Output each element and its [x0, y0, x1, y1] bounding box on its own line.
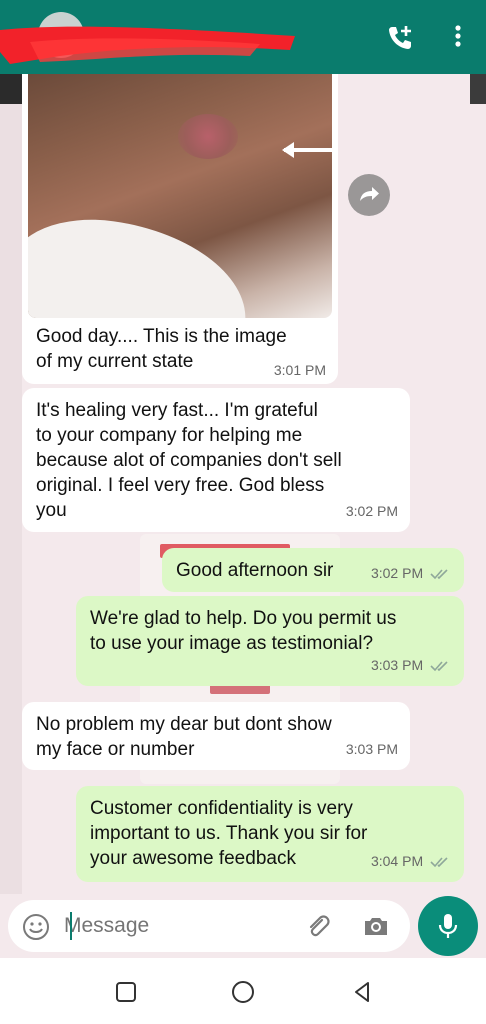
read-receipt-icon	[430, 661, 448, 672]
background-wall	[0, 74, 22, 894]
message-text-line: my face or number	[36, 739, 195, 760]
shared-photo[interactable]	[28, 74, 332, 318]
system-nav-bar	[0, 958, 486, 1024]
message-text-line: of my current state	[36, 351, 194, 372]
message-time: 3:02 PM	[345, 503, 398, 519]
background-dark-strip-right	[470, 74, 486, 104]
chat-area[interactable]: Good day.... This is the image of my cur…	[0, 74, 486, 894]
redacted-contact-name	[0, 26, 295, 64]
read-receipt-icon	[430, 569, 448, 580]
message-time: 3:01 PM	[273, 362, 326, 378]
message-time: 3:04 PM	[370, 853, 424, 869]
message-text-line: We're glad to help. Do you permit us	[90, 608, 397, 629]
message-outgoing[interactable]: We're glad to help. Do you permit us to …	[76, 596, 464, 686]
forward-icon[interactable]	[348, 174, 390, 216]
message-text-line: you	[36, 500, 67, 521]
message-time: 3:02 PM	[370, 565, 424, 581]
message-text-line: original. I feel very free. God bless	[36, 475, 325, 496]
composer-box[interactable]	[8, 900, 410, 952]
message-text-line: to your company for helping me	[36, 425, 303, 446]
home-icon[interactable]	[231, 980, 255, 1004]
message-text-line: because alot of companies don't sell	[36, 450, 342, 471]
message-text-line: Good day.... This is the image	[36, 326, 287, 347]
message-incoming[interactable]: It's healing very fast... I'm grateful t…	[22, 388, 410, 532]
message-incoming[interactable]: No problem my dear but dont show my face…	[22, 702, 410, 770]
message-text-line: important to us. Thank you sir for	[90, 823, 368, 844]
message-text-line: Customer confidentiality is very	[90, 798, 353, 819]
message-outgoing[interactable]: Good afternoon sir 3:02 PM	[162, 548, 464, 592]
message-incoming-image[interactable]: Good day.... This is the image of my cur…	[22, 74, 338, 384]
composer-bar	[0, 894, 486, 958]
message-text-line: It's healing very fast... I'm grateful	[36, 400, 318, 421]
text-cursor	[70, 912, 72, 940]
message-time: 3:03 PM	[370, 657, 424, 673]
message-time: 3:03 PM	[345, 741, 398, 757]
paperclip-icon[interactable]	[304, 912, 332, 940]
message-input[interactable]	[64, 908, 284, 944]
recents-icon[interactable]	[114, 980, 138, 1004]
message-outgoing[interactable]: Customer confidentiality is very importa…	[76, 786, 464, 882]
emoji-icon[interactable]	[22, 913, 50, 941]
read-receipt-icon	[430, 857, 448, 868]
microphone-button[interactable]	[418, 896, 478, 956]
overflow-menu-icon[interactable]	[446, 22, 478, 54]
background-dark-strip	[0, 74, 22, 104]
add-call-icon[interactable]	[384, 22, 416, 54]
back-icon[interactable]	[350, 980, 374, 1004]
camera-icon[interactable]	[362, 912, 390, 940]
chat-header	[0, 0, 486, 74]
message-text-line: No problem my dear but dont show	[36, 714, 332, 735]
microphone-icon	[438, 914, 458, 938]
